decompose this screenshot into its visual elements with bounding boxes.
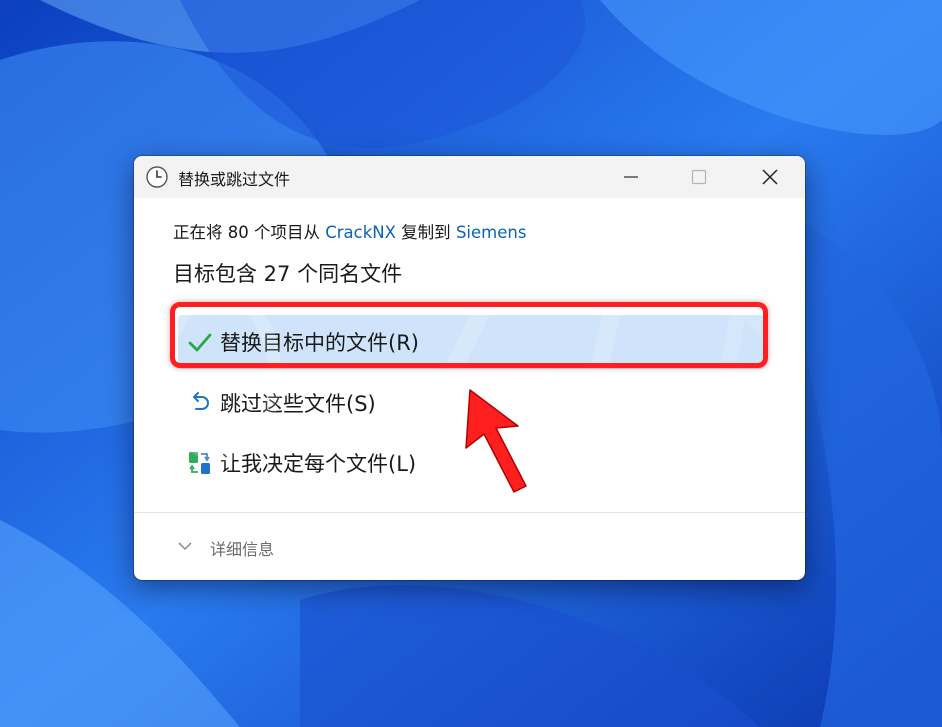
maximize-button	[669, 156, 729, 198]
close-icon	[762, 169, 778, 185]
more-details-label: 详细信息	[210, 540, 275, 559]
annotation-highlight-box	[170, 302, 768, 368]
title-bar[interactable]: 替换或跳过文件	[134, 156, 805, 198]
maximize-icon	[691, 169, 707, 185]
minimize-button[interactable]	[601, 156, 661, 198]
clock-icon	[146, 166, 168, 188]
chevron-down-icon	[178, 542, 192, 551]
minimize-icon	[624, 176, 638, 178]
annotation-arrow	[465, 389, 527, 493]
close-button[interactable]	[740, 156, 800, 198]
dialog-title: 替换或跳过文件	[178, 170, 291, 189]
divider	[134, 512, 805, 513]
